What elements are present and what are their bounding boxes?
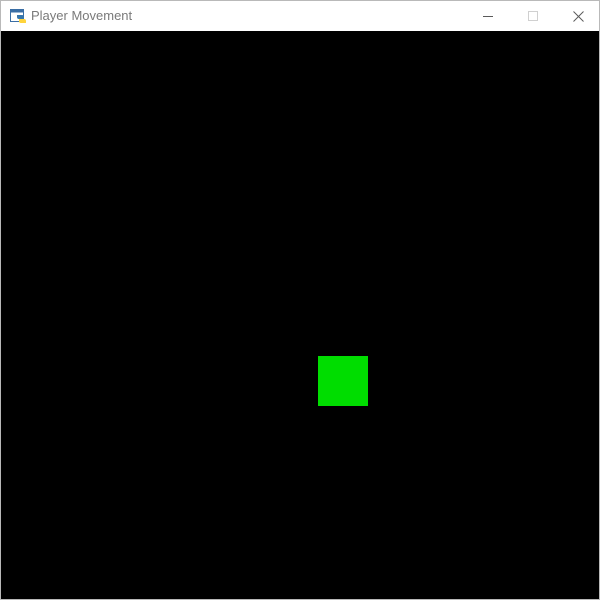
maximize-icon bbox=[528, 11, 538, 21]
minimize-icon bbox=[483, 16, 493, 17]
app-window: Player Movement bbox=[0, 0, 600, 600]
minimize-button[interactable] bbox=[465, 1, 511, 31]
close-icon bbox=[572, 10, 584, 22]
game-canvas[interactable] bbox=[1, 31, 599, 599]
python-window-icon[interactable] bbox=[10, 8, 26, 24]
close-button[interactable] bbox=[555, 1, 600, 31]
window-title: Player Movement bbox=[31, 8, 133, 23]
maximize-button[interactable] bbox=[510, 1, 556, 31]
player-square bbox=[318, 356, 368, 406]
title-bar[interactable]: Player Movement bbox=[1, 1, 599, 31]
